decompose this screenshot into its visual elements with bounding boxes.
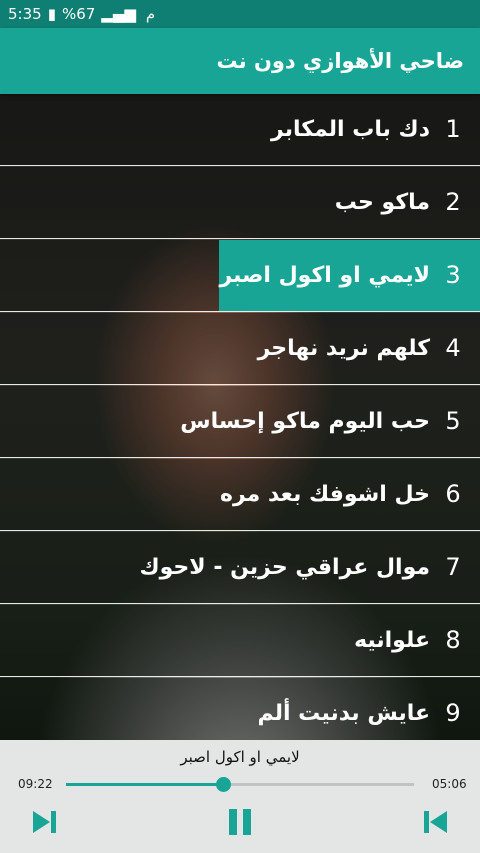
track-row[interactable]: 7 موال عراقي حزين - لاحوك bbox=[0, 532, 480, 604]
track-title: ماكو حب bbox=[334, 190, 430, 215]
track-title: موال عراقي حزين - لاحوك bbox=[139, 555, 430, 580]
now-playing-title: لايمي او اكول اصبر bbox=[180, 748, 300, 766]
track-number: 9 bbox=[445, 699, 461, 727]
track-number: 4 bbox=[445, 334, 461, 362]
track-title: لايمي او اكول اصبر bbox=[219, 263, 430, 288]
track-row[interactable]: 2 ماكو حب bbox=[0, 167, 480, 239]
previous-button[interactable] bbox=[416, 802, 456, 842]
track-number: 3 bbox=[445, 261, 461, 289]
track-number: 2 bbox=[445, 188, 461, 216]
next-button[interactable] bbox=[24, 802, 64, 842]
track-number: 7 bbox=[445, 553, 461, 581]
track-row[interactable]: 6 خل اشوفك بعد مره bbox=[0, 459, 480, 531]
next-icon bbox=[33, 811, 56, 833]
seek-thumb[interactable] bbox=[215, 777, 231, 792]
app-bar: ضاحي الأهوازي دون نت bbox=[0, 28, 480, 94]
track-number: 1 bbox=[445, 115, 461, 143]
track-row[interactable]: 5 حب اليوم ماكو إحساس bbox=[0, 386, 480, 458]
duration-time: 05:06 bbox=[432, 777, 467, 791]
am-pm: م bbox=[145, 5, 156, 23]
track-number: 5 bbox=[445, 407, 461, 435]
seek-bar[interactable] bbox=[66, 777, 414, 792]
track-title: دك باب المكابر bbox=[271, 117, 430, 142]
battery-icon: ▮ bbox=[47, 5, 56, 23]
pause-icon bbox=[229, 809, 251, 835]
previous-icon bbox=[424, 811, 447, 833]
track-title: حب اليوم ماكو إحساس bbox=[180, 409, 430, 434]
signal-icon: ▂▄▆ bbox=[101, 5, 136, 23]
track-title: خل اشوفك بعد مره bbox=[219, 482, 430, 507]
track-row[interactable]: 4 كلهم نريد نهاجر bbox=[0, 313, 480, 385]
seek-bar-fill bbox=[66, 783, 223, 786]
app-title: ضاحي الأهوازي دون نت bbox=[216, 49, 464, 73]
track-title: كلهم نريد نهاجر bbox=[257, 336, 430, 361]
battery-percent: %67 bbox=[61, 5, 96, 23]
track-title: علوانيه bbox=[354, 628, 430, 653]
elapsed-time: 09:22 bbox=[18, 777, 53, 791]
status-bar: 5:35 ▮ %67 ▂▄▆ م bbox=[0, 0, 480, 28]
track-row[interactable]: 1 دك باب المكابر bbox=[0, 94, 480, 166]
pause-button[interactable] bbox=[220, 802, 260, 842]
time: 5:35 bbox=[8, 5, 42, 23]
track-row[interactable]: 8 علوانيه bbox=[0, 605, 480, 677]
track-list[interactable]: 1 دك باب المكابر 2 ماكو حب 3 لايمي او اكول اص… bbox=[0, 94, 480, 740]
player-bar: لايمي او اكول اصبر 09:22 05:06 bbox=[0, 740, 480, 853]
track-title: عايش بدنيت ألم bbox=[257, 701, 430, 726]
track-row[interactable]: 3 لايمي او اكول اصبر bbox=[0, 240, 480, 312]
track-number: 6 bbox=[445, 480, 461, 508]
track-number: 8 bbox=[445, 626, 461, 654]
track-row[interactable]: 9 عايش بدنيت ألم bbox=[0, 678, 480, 740]
